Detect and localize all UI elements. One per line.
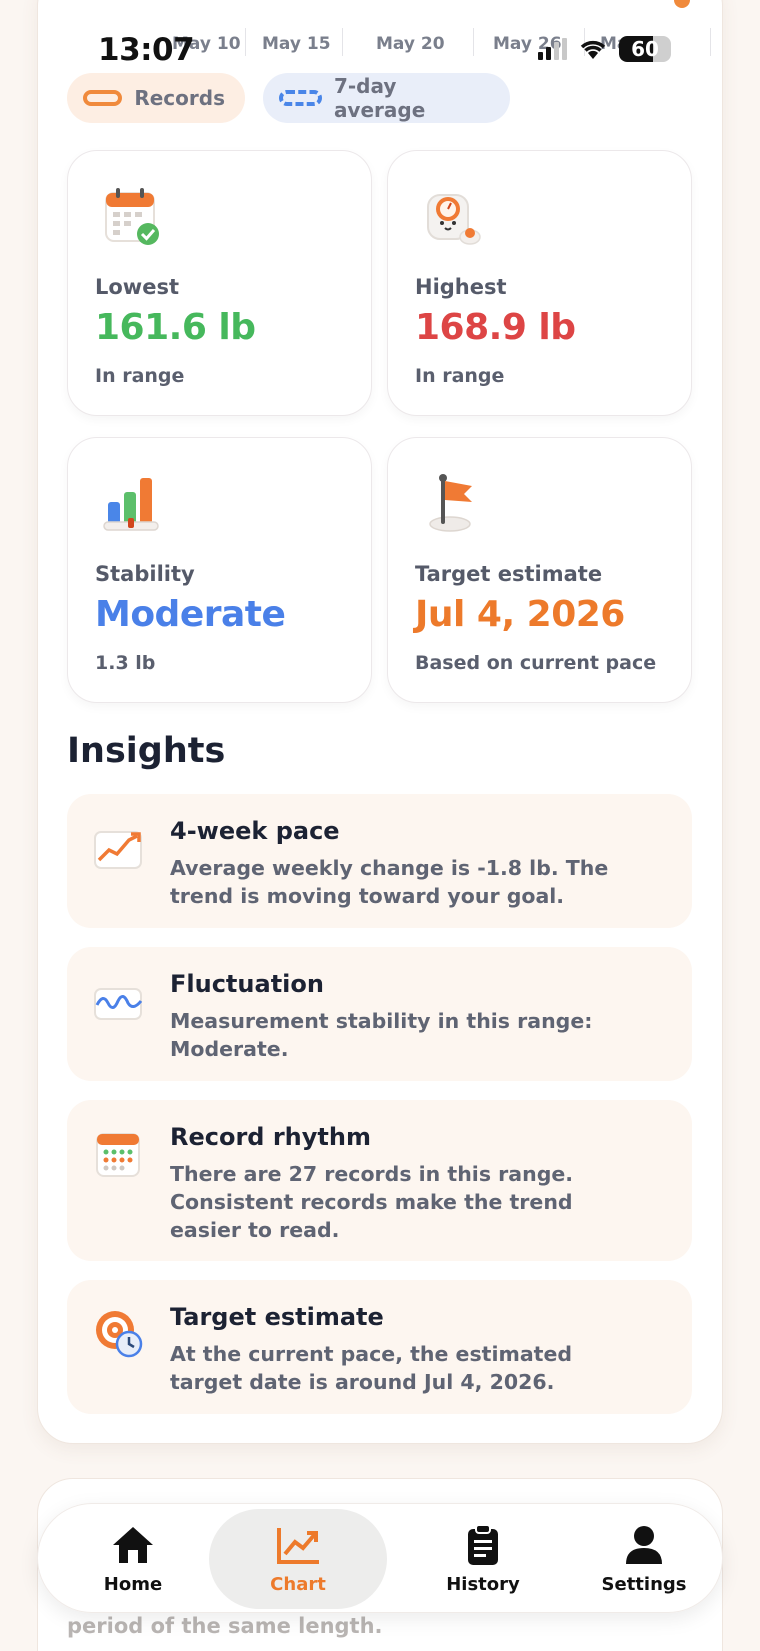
nav-label: Settings bbox=[601, 1573, 687, 1595]
battery-level: 60 bbox=[631, 37, 659, 61]
clipboard-icon bbox=[468, 1523, 498, 1565]
bar-chart-icon bbox=[103, 478, 159, 531]
axis-divider bbox=[342, 28, 343, 56]
dashed-line-icon bbox=[279, 90, 322, 106]
stat-card-lowest: Lowest 161.6 lb In range bbox=[67, 150, 372, 416]
comparison-card-text: period of the same length. bbox=[67, 1614, 383, 1638]
nav-chart[interactable]: Chart bbox=[209, 1509, 387, 1609]
axis-divider bbox=[473, 28, 474, 56]
stat-sub: Based on current pace bbox=[415, 652, 657, 674]
insight-card-fluctuation: Fluctuation Measurement stability in thi… bbox=[67, 947, 692, 1081]
battery-icon: 60 bbox=[619, 36, 671, 62]
stat-card-highest: Highest 168.9 lb In range bbox=[387, 150, 692, 416]
legend-average-label: 7-day average bbox=[333, 74, 426, 122]
scale-mascot-icon bbox=[427, 194, 481, 245]
stat-label: Stability bbox=[95, 562, 195, 586]
legend-records-chip[interactable]: Records bbox=[67, 73, 245, 123]
signal-icon bbox=[538, 38, 567, 60]
legend-records-label: Records bbox=[134, 86, 225, 110]
stat-value-stability: Moderate bbox=[95, 594, 286, 635]
stat-value-target: Jul 4, 2026 bbox=[415, 594, 625, 635]
axis-tick: May 20 bbox=[376, 34, 445, 54]
stat-card-target: Target estimate Jul 4, 2026 Based on cur… bbox=[387, 437, 692, 703]
target-clock-icon bbox=[96, 1311, 143, 1358]
stat-label: Lowest bbox=[95, 275, 179, 299]
stat-sub: In range bbox=[415, 365, 505, 387]
stat-card-stability: Stability Moderate 1.3 lb bbox=[67, 437, 372, 703]
axis-divider bbox=[245, 28, 246, 56]
insights-heading: Insights bbox=[67, 731, 226, 771]
insight-title: Target estimate bbox=[170, 1303, 384, 1331]
wave-icon bbox=[94, 988, 143, 1020]
nav-label: History bbox=[446, 1573, 520, 1595]
nav-history[interactable]: History bbox=[403, 1504, 563, 1614]
nav-home[interactable]: Home bbox=[53, 1504, 213, 1614]
chart-icon bbox=[277, 1527, 319, 1564]
nav-settings[interactable]: Settings bbox=[564, 1504, 724, 1614]
insight-description: At the current pace, the estimated targe… bbox=[170, 1342, 573, 1394]
person-icon bbox=[626, 1525, 662, 1564]
stat-value-lowest: 161.6 lb bbox=[95, 307, 256, 348]
stat-sub: In range bbox=[95, 365, 185, 387]
bottom-navigation: Home Chart History Settings bbox=[37, 1503, 723, 1613]
stat-value-highest: 168.9 lb bbox=[415, 307, 576, 348]
insight-description: Measurement stability in this range: Mod… bbox=[170, 1009, 593, 1061]
insight-description: Average weekly change is -1.8 lb. The tr… bbox=[170, 856, 609, 908]
flag-icon bbox=[429, 474, 472, 532]
legend-average-chip[interactable]: 7-day average bbox=[263, 73, 510, 123]
axis-divider bbox=[710, 28, 711, 56]
status-icons: 60 bbox=[538, 36, 671, 62]
wifi-icon bbox=[580, 40, 606, 59]
home-icon bbox=[113, 1526, 153, 1563]
insight-card-rhythm: Record rhythm There are 27 records in th… bbox=[67, 1100, 692, 1261]
stat-label: Target estimate bbox=[415, 562, 603, 586]
nav-label: Home bbox=[103, 1573, 163, 1595]
insight-title: 4-week pace bbox=[170, 817, 340, 845]
insight-description: There are 27 records in this range. Cons… bbox=[170, 1162, 574, 1242]
stat-label: Highest bbox=[415, 275, 507, 299]
insight-title: Record rhythm bbox=[170, 1123, 371, 1151]
trend-chart-icon bbox=[94, 831, 142, 869]
calendar-icon bbox=[96, 1133, 140, 1177]
stat-sub: 1.3 lb bbox=[95, 652, 156, 674]
insight-card-target: Target estimate At the current pace, the… bbox=[67, 1280, 692, 1414]
nav-label: Chart bbox=[270, 1573, 326, 1595]
solid-line-icon bbox=[83, 90, 123, 106]
insight-card-pace: 4-week pace Average weekly change is -1.… bbox=[67, 794, 692, 928]
axis-tick: May 15 bbox=[262, 34, 331, 54]
status-time: 13:07 bbox=[98, 32, 195, 68]
calendar-check-icon bbox=[105, 188, 159, 245]
insight-title: Fluctuation bbox=[170, 970, 324, 998]
